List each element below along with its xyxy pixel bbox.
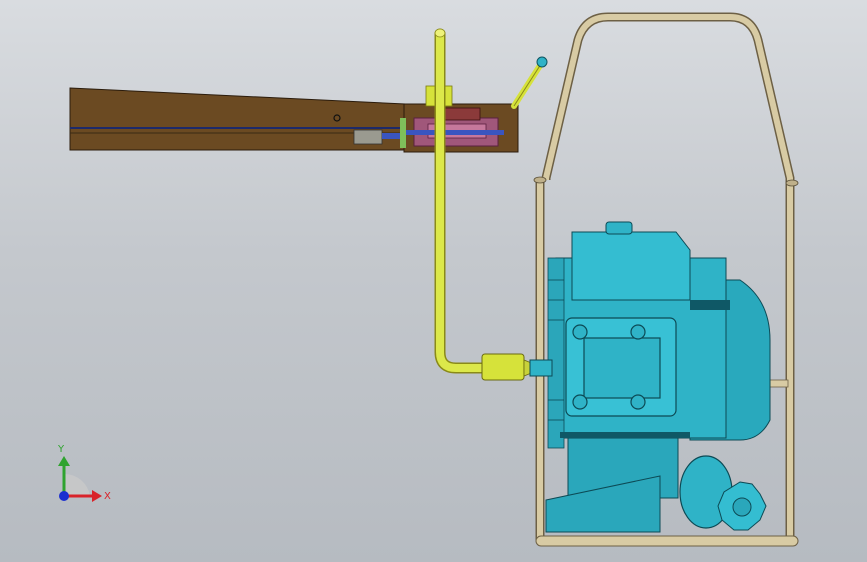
clamp-top-block — [443, 107, 481, 121]
yellow-lever-rod[interactable] — [434, 28, 535, 381]
lever-knob[interactable] — [536, 56, 548, 68]
engine-output-shaft — [529, 359, 553, 377]
triad-y-label: Y — [57, 444, 65, 455]
rod-top-cap — [434, 28, 446, 38]
engine-fins-left — [547, 257, 565, 449]
clamp-green-plate — [400, 118, 406, 148]
clamp-shaft — [404, 130, 504, 135]
engine-head — [571, 231, 691, 301]
frame-base-bar — [535, 535, 799, 547]
triad-x-label: X — [104, 491, 111, 502]
cad-graphics-viewport[interactable]: Y X — [0, 0, 867, 562]
coordinate-triad: Y X — [57, 444, 111, 502]
clamp-assembly[interactable] — [400, 85, 519, 153]
throttle-lever[interactable] — [511, 56, 548, 109]
cad-model-scene[interactable]: Y X — [0, 0, 867, 562]
engine-assembly[interactable] — [529, 221, 771, 533]
lever-handle-assembly[interactable] — [69, 87, 406, 151]
handle-ferrule — [353, 129, 383, 145]
engine-cover-window — [583, 337, 661, 399]
engine-spark-cap — [605, 221, 633, 235]
frame-cross-bar — [767, 379, 789, 388]
rod-coupler — [481, 353, 525, 381]
